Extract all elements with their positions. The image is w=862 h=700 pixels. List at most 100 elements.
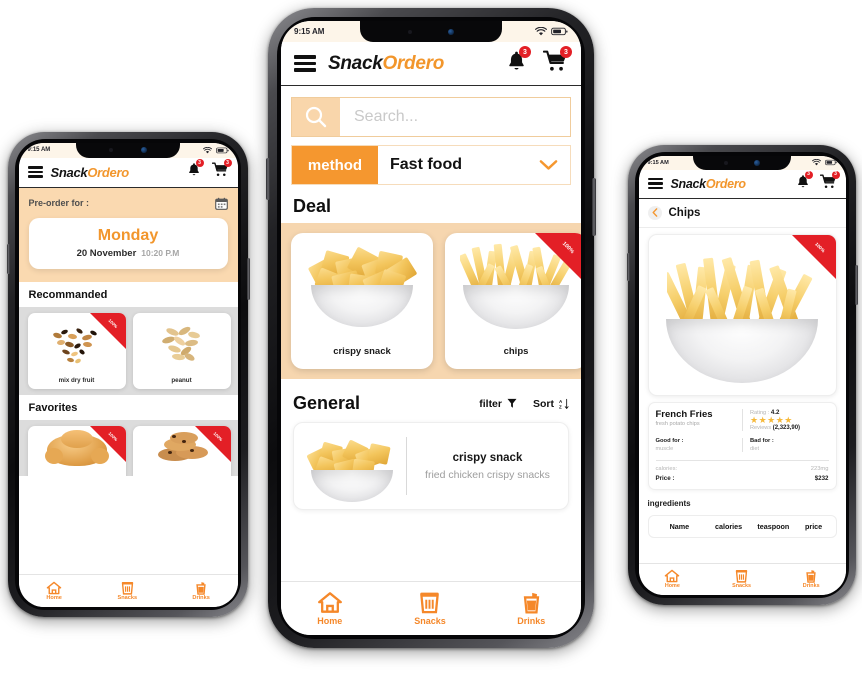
- nav-home[interactable]: Home: [664, 569, 680, 589]
- calories-label: calories:: [655, 466, 678, 473]
- deal-list[interactable]: crispy snack chips 100%: [281, 223, 581, 379]
- cart-button[interactable]: 3: [211, 159, 232, 182]
- chevron-down-icon[interactable]: [539, 159, 558, 171]
- product-info-wrap: French Fries fresh potato chips Rating :…: [639, 396, 846, 491]
- phone-right-notch: [693, 155, 791, 170]
- peanut-image: [142, 317, 222, 369]
- method-value[interactable]: Fast food: [378, 146, 570, 184]
- list-item[interactable]: peanut: [132, 312, 231, 389]
- calendar-icon[interactable]: [214, 197, 228, 210]
- phone-left-volume-button[interactable]: [6, 244, 10, 274]
- price-label: Price :: [655, 475, 675, 483]
- nav-home[interactable]: Home: [46, 581, 62, 601]
- nav-home[interactable]: Home: [317, 591, 343, 626]
- nav-snacks[interactable]: Snacks: [414, 591, 446, 626]
- notifications-button[interactable]: 3: [506, 46, 531, 77]
- calories-row: calories: 223mg: [656, 466, 829, 472]
- front-camera-icon: [448, 28, 455, 35]
- phone-right-volume-button[interactable]: [626, 253, 630, 281]
- search-input[interactable]: Search...: [340, 98, 570, 136]
- list-item[interactable]: 100%: [132, 425, 231, 476]
- drink-cup-icon: [196, 581, 206, 595]
- discount-ribbon: 100%: [535, 233, 581, 285]
- bad-for-value: diet: [750, 446, 760, 453]
- bad-for-label: Bad for :: [750, 438, 774, 445]
- cart-button[interactable]: 3: [542, 46, 572, 77]
- discount-ribbon: 100%: [194, 425, 231, 462]
- list-item[interactable]: mix dry fruit 100%: [27, 312, 126, 389]
- app-header: SnackOrdero 3 3: [281, 42, 581, 86]
- nav-snacks[interactable]: Snacks: [732, 569, 751, 589]
- status-time: 9:15 AM: [27, 147, 51, 153]
- list-item-desc: fried chicken crispy snacks: [425, 468, 550, 481]
- general-section-title: General: [293, 393, 361, 413]
- method-selector[interactable]: method Fast food: [291, 145, 571, 185]
- brand-logo: SnackOrdero: [328, 53, 444, 75]
- ingredients-title: ingredients: [647, 499, 691, 509]
- nav-snacks[interactable]: Snacks: [117, 581, 137, 601]
- table-header-calories: calories: [714, 522, 743, 532]
- notifications-button[interactable]: 3: [796, 170, 813, 194]
- cart-button[interactable]: 3: [819, 170, 840, 194]
- favorites-list[interactable]: 100% 100%: [18, 419, 238, 476]
- product-hero-card[interactable]: 100%: [647, 233, 837, 396]
- good-for-value: muscle: [655, 446, 674, 453]
- search-icon: [305, 106, 327, 128]
- home-icon: [46, 581, 62, 594]
- cart-badge: 3: [223, 159, 232, 167]
- sort-button[interactable]: Sort A Z: [533, 398, 569, 410]
- svg-text:A: A: [559, 398, 563, 403]
- status-time: 9:15 AM: [647, 159, 669, 166]
- recommended-list[interactable]: mix dry fruit 100% peanut: [18, 306, 238, 395]
- back-button[interactable]: [647, 205, 662, 220]
- deal-item[interactable]: chips 100%: [445, 233, 581, 369]
- phone-left-screen: 9:15 AM SnackOrdero 3 3 Pre-order for: …: [18, 142, 238, 607]
- phone-center-notch: [360, 21, 502, 42]
- general-list[interactable]: crispy snack fried chicken crispy snacks: [281, 422, 581, 510]
- good-for-label: Good for :: [655, 438, 684, 445]
- drink-cup-icon: [523, 592, 539, 614]
- product-name-block: French Fries fresh potato chips: [649, 409, 743, 432]
- nav-drinks[interactable]: Drinks: [192, 581, 210, 601]
- product-subtitle: fresh potato chips: [655, 420, 700, 427]
- chips-bowl-image: [298, 235, 426, 331]
- deal-title-wrap: Deal: [281, 185, 581, 223]
- nav-drinks[interactable]: Drinks: [517, 591, 545, 626]
- discount-ribbon: 100%: [89, 425, 126, 462]
- product-name: French Fries: [655, 408, 713, 420]
- deal-item[interactable]: crispy snack: [291, 233, 433, 369]
- nav-home-label: Home: [664, 583, 680, 589]
- phone-right-power-button[interactable]: [854, 265, 858, 305]
- reviews-row: Reviews (2,323,90): [750, 425, 829, 431]
- notifications-button[interactable]: 3: [187, 159, 204, 182]
- app-header: SnackOrdero 3 3: [18, 157, 238, 188]
- app-header: SnackOrdero 3 3: [638, 169, 846, 199]
- chips-bowl-image: [298, 428, 406, 504]
- list-item[interactable]: 100%: [27, 425, 126, 476]
- nav-drinks[interactable]: Drinks: [803, 569, 820, 589]
- bell-badge: 3: [195, 159, 204, 167]
- bottom-nav: Home Snacks Drinks: [18, 573, 238, 607]
- preorder-card[interactable]: Monday 20 November 10:20 P.M: [28, 217, 228, 269]
- calories-value: 223mg: [810, 466, 829, 473]
- menu-icon[interactable]: [27, 166, 43, 178]
- list-item[interactable]: crispy snack fried chicken crispy snacks: [293, 422, 569, 510]
- menu-icon[interactable]: [294, 54, 316, 73]
- search-button[interactable]: [292, 98, 340, 136]
- sort-label: Sort: [533, 397, 554, 410]
- ingredients-table[interactable]: Name calories teaspoon price: [647, 515, 837, 539]
- product-summary-grid: French Fries fresh potato chips Rating :…: [649, 403, 836, 435]
- drink-cup-icon: [806, 570, 816, 583]
- nav-home-label: Home: [317, 616, 343, 626]
- preorder-time: 10:20 P.M: [141, 247, 180, 258]
- phone-left-power-button[interactable]: [246, 258, 250, 300]
- proximity-sensor-icon: [407, 29, 412, 34]
- phone-right-screen: 9:15 AM SnackOrdero 3 3 Chips 100% Frenc…: [638, 155, 846, 595]
- sort-arrows-icon: A Z: [559, 398, 569, 409]
- filter-button[interactable]: filter: [479, 398, 517, 410]
- phone-center-power-button[interactable]: [592, 178, 596, 236]
- search-bar[interactable]: Search...: [291, 97, 571, 137]
- phone-center-volume-button[interactable]: [266, 158, 270, 200]
- bell-badge: 3: [519, 46, 531, 58]
- menu-icon[interactable]: [647, 177, 663, 190]
